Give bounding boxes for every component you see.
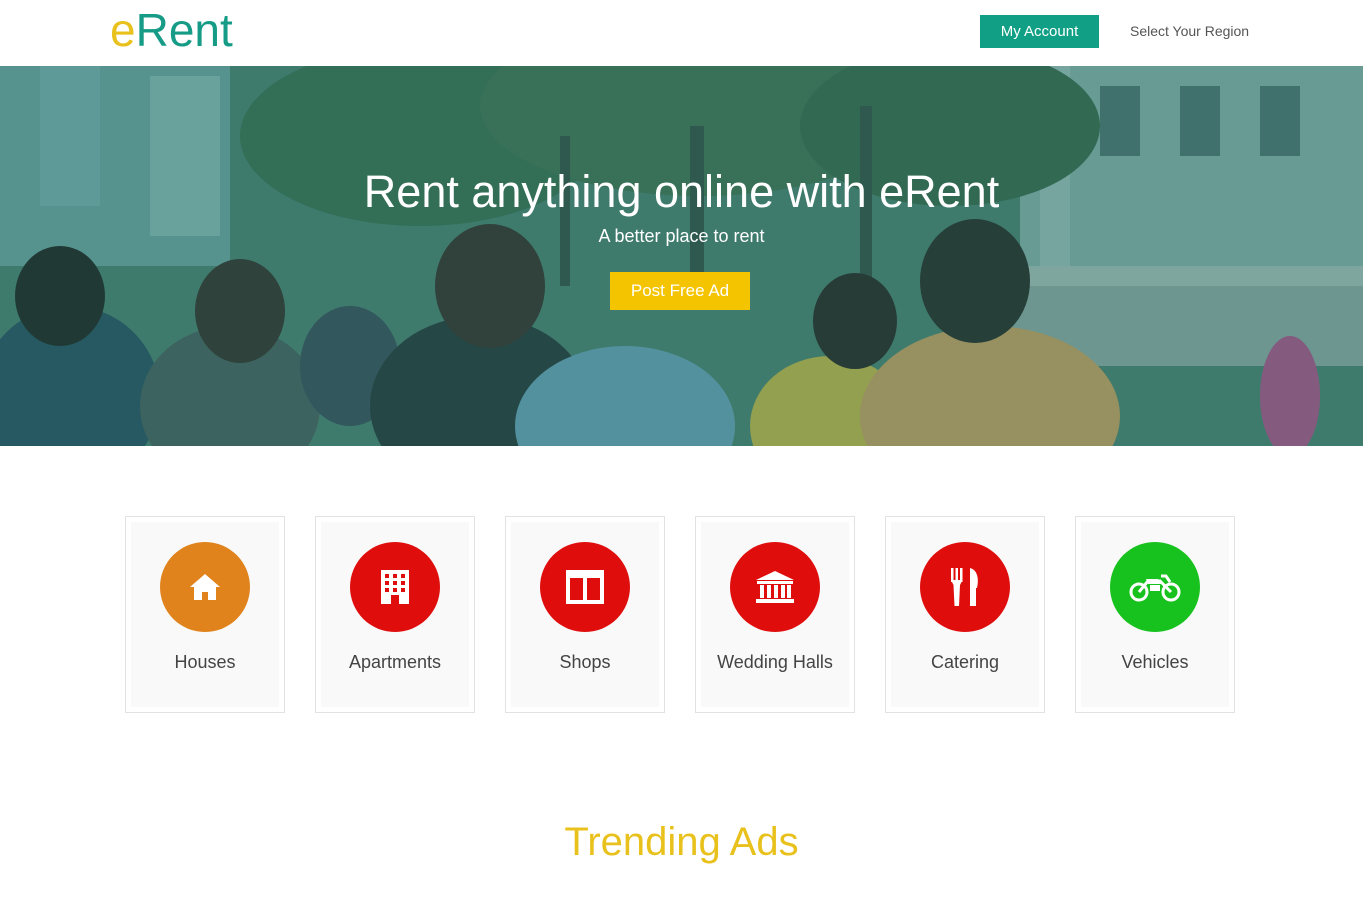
category-card-apartments[interactable]: Apartments	[315, 516, 475, 713]
category-label: Catering	[930, 652, 1000, 672]
logo-e: e	[110, 4, 136, 56]
category-card-catering[interactable]: Catering	[885, 516, 1045, 713]
category-label: Shops	[559, 652, 611, 672]
my-account-button[interactable]: My Account	[980, 15, 1099, 48]
category-label: Wedding Halls	[717, 652, 833, 672]
logo-rent: Rent	[135, 4, 233, 56]
building-icon	[350, 542, 440, 632]
category-card-shops[interactable]: Shops	[505, 516, 665, 713]
category-card-vehicles[interactable]: Vehicles	[1075, 516, 1235, 713]
hero-subtitle: A better place to rent	[598, 226, 765, 246]
trending-ads-heading: Trending Ads	[564, 820, 799, 864]
category-card-body: Apartments	[321, 522, 469, 707]
hero-overlay	[0, 66, 1363, 446]
motorcycle-icon	[1110, 542, 1200, 632]
category-card-houses[interactable]: Houses	[125, 516, 285, 713]
hall-icon	[730, 542, 820, 632]
cutlery-icon	[920, 542, 1010, 632]
category-label: Vehicles	[1121, 652, 1189, 672]
category-card-wedding-halls[interactable]: Wedding Halls	[695, 516, 855, 713]
category-card-body: Catering	[891, 522, 1039, 707]
category-card-body: Vehicles	[1081, 522, 1229, 707]
category-card-body: Wedding Halls	[701, 522, 849, 707]
site-logo[interactable]: eRent	[110, 4, 233, 56]
hero-title: Rent anything online with eRent	[363, 166, 1000, 217]
site-header: eRent My Account Select Your Region	[0, 0, 1363, 66]
category-label: Houses	[174, 652, 236, 672]
post-free-ad-button[interactable]: Post Free Ad	[610, 272, 750, 310]
category-label: Apartments	[348, 652, 442, 672]
category-card-body: Shops	[511, 522, 659, 707]
category-card-body: Houses	[131, 522, 279, 707]
house-icon	[160, 542, 250, 632]
select-region-link[interactable]: Select Your Region	[1130, 23, 1249, 39]
hero-banner: Rent anything online with eRent A better…	[0, 66, 1363, 446]
shop-icon	[540, 542, 630, 632]
